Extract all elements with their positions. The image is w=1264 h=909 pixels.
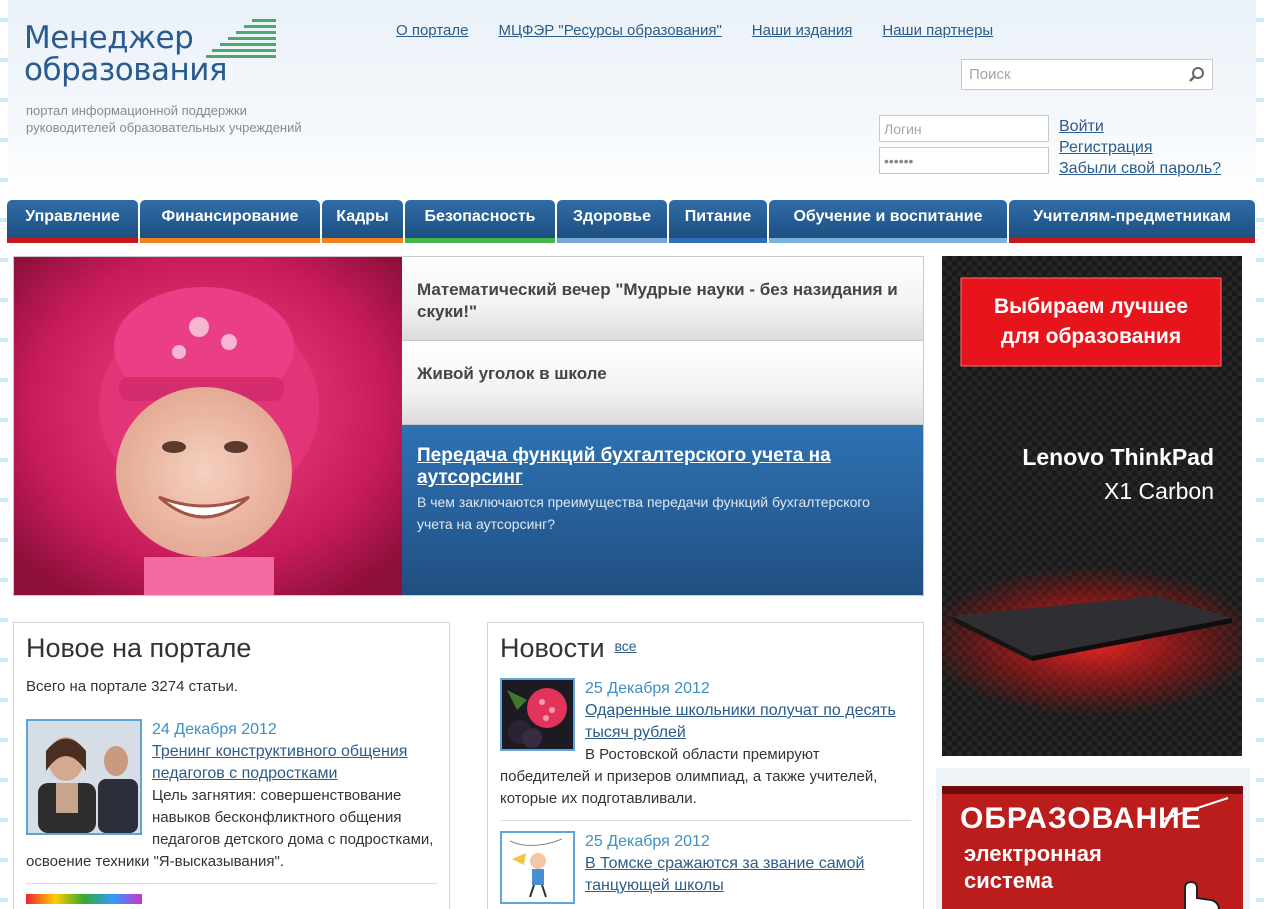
list-item: 25 Декабря 2012 Одаренные школьники полу… <box>500 678 911 810</box>
nav-item-education[interactable]: Обучение и воспитание <box>769 200 1007 243</box>
page-header: Менеджер образования портал информационн… <box>8 0 1256 200</box>
banner-product-line2: X1 Carbon <box>1104 478 1214 504</box>
top-link-partners[interactable]: Наши партнеры <box>882 22 993 39</box>
panel-title: Новости все <box>500 633 911 664</box>
new-on-portal-panel: Новое на портале Всего на портале 3274 с… <box>13 622 450 909</box>
forgot-password-link[interactable]: Забыли свой пароль? <box>1059 158 1221 179</box>
logo-stripes-icon <box>206 19 276 58</box>
top-nav: О портале МЦФЭР "Ресурсы образования" На… <box>396 22 993 39</box>
logo-title-line1: Менеджер <box>24 20 194 56</box>
edu-system-banner[interactable]: ОБРАЗОВАНИЕ электронная система <box>942 786 1243 909</box>
hero-item[interactable]: Математический вечер "Мудрые науки - без… <box>402 257 923 341</box>
password-field[interactable] <box>879 147 1049 174</box>
nav-item-nutrition[interactable]: Питание <box>669 200 767 243</box>
article-thumbnail[interactable] <box>26 719 142 835</box>
banner2-subtitle: электронная система <box>964 840 1102 894</box>
hero-item[interactable]: Живой уголок в школе <box>402 341 923 425</box>
nav-item-health[interactable]: Здоровье <box>557 200 667 243</box>
site-logo[interactable]: Менеджер образования портал информационн… <box>24 19 354 142</box>
news-thumbnail[interactable] <box>500 831 575 904</box>
lenovo-banner[interactable]: Выбираем лучшее для образования Lenovo T… <box>942 256 1242 756</box>
banner2-top-stripe <box>942 786 1243 794</box>
nav-item-staff[interactable]: Кадры <box>322 200 403 243</box>
news-text: В Ростовской области премируют победител… <box>500 746 878 807</box>
banner2-title: ОБРАЗОВАНИЕ <box>960 802 1202 835</box>
article-count: Всего на портале 3274 статьи. <box>26 678 239 695</box>
divider <box>26 883 437 884</box>
news-title-text: Новости <box>500 633 605 663</box>
nav-item-finance[interactable]: Финансирование <box>140 200 320 243</box>
hero-item-title: Математический вечер "Мудрые науки - без… <box>417 280 898 321</box>
top-link-resources[interactable]: МЦФЭР "Ресурсы образования" <box>498 22 721 39</box>
hero-item-description: В чем заключаются преимущества передачи … <box>417 494 870 532</box>
nav-item-management[interactable]: Управление <box>7 200 138 243</box>
all-news-link[interactable]: все <box>615 638 637 654</box>
hero-item-active[interactable]: Передача функций бухгалтерского учета на… <box>402 425 923 595</box>
logo-subtitle-line2: руководителей образовательных учреждений <box>26 120 302 135</box>
list-item: 25 Декабря 2012 В Томске сражаются за зв… <box>500 831 911 904</box>
nav-item-safety[interactable]: Безопасность <box>405 200 555 243</box>
login-link[interactable]: Войти <box>1059 116 1221 137</box>
logo-subtitle: портал информационной поддержки руководи… <box>26 102 366 136</box>
search-input[interactable] <box>962 60 1182 89</box>
decorative-right-border <box>1256 0 1264 909</box>
top-link-about[interactable]: О портале <box>396 22 468 39</box>
top-link-publications[interactable]: Наши издания <box>752 22 853 39</box>
hero-slider: Математический вечер "Мудрые науки - без… <box>13 256 924 596</box>
news-panel: Новости все 25 Декабря 2012 Одаренные шко… <box>487 622 924 909</box>
next-article-thumbnail[interactable] <box>26 894 142 904</box>
panel-title: Новое на портале <box>26 633 252 663</box>
logo-subtitle-line1: портал информационной поддержки <box>26 103 247 118</box>
hero-item-title[interactable]: Передача функций бухгалтерского учета на… <box>417 445 908 489</box>
search-box <box>961 59 1213 90</box>
logo-title-line2: образования <box>24 52 228 88</box>
banner2-wrapper: ОБРАЗОВАНИЕ электронная система <box>936 768 1250 909</box>
hero-image[interactable] <box>14 257 402 595</box>
hand-cursor-icon <box>1184 880 1220 909</box>
login-field[interactable] <box>879 115 1049 142</box>
main-nav: Управление Финансирование Кадры Безопасн… <box>7 200 1255 243</box>
banner-headline: Выбираем лучшее для образования <box>961 292 1221 352</box>
search-icon[interactable] <box>1188 66 1206 84</box>
banner-product-line1: Lenovo ThinkPad <box>1022 444 1214 470</box>
decorative-left-border <box>0 0 8 909</box>
register-link[interactable]: Регистрация <box>1059 137 1221 158</box>
banner-headline-line1: Выбираем лучшее <box>993 295 1189 318</box>
banner-headline-line2: для образования <box>1000 325 1182 348</box>
banner2-subtitle-line1: электронная <box>964 841 1102 866</box>
news-thumbnail[interactable] <box>500 678 575 751</box>
banner2-subtitle-line2: система <box>964 868 1053 893</box>
nav-item-teachers[interactable]: Учителям-предметникам <box>1009 200 1255 243</box>
list-item: 24 Декабря 2012 Тренинг конструктивного … <box>26 719 437 873</box>
hero-list: Математический вечер "Мудрые науки - без… <box>402 257 923 595</box>
banner-product: Lenovo ThinkPad X1 Carbon <box>1022 440 1214 508</box>
hero-item-title: Живой уголок в школе <box>417 364 607 383</box>
auth-links: Войти Регистрация Забыли свой пароль? <box>1059 116 1221 179</box>
divider <box>500 820 911 821</box>
